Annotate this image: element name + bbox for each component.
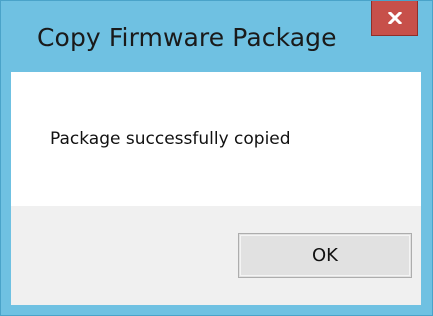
- message-text: Package successfully copied: [50, 129, 291, 149]
- close-button[interactable]: [371, 1, 418, 36]
- close-icon: [387, 12, 402, 24]
- dialog-window: Copy Firmware Package Package successful…: [0, 0, 433, 316]
- message-panel: Package successfully copied: [11, 72, 421, 206]
- dialog-title: Copy Firmware Package: [37, 23, 337, 52]
- dialog-client-area: Package successfully copied OK: [11, 72, 421, 305]
- ok-button[interactable]: OK: [238, 233, 412, 278]
